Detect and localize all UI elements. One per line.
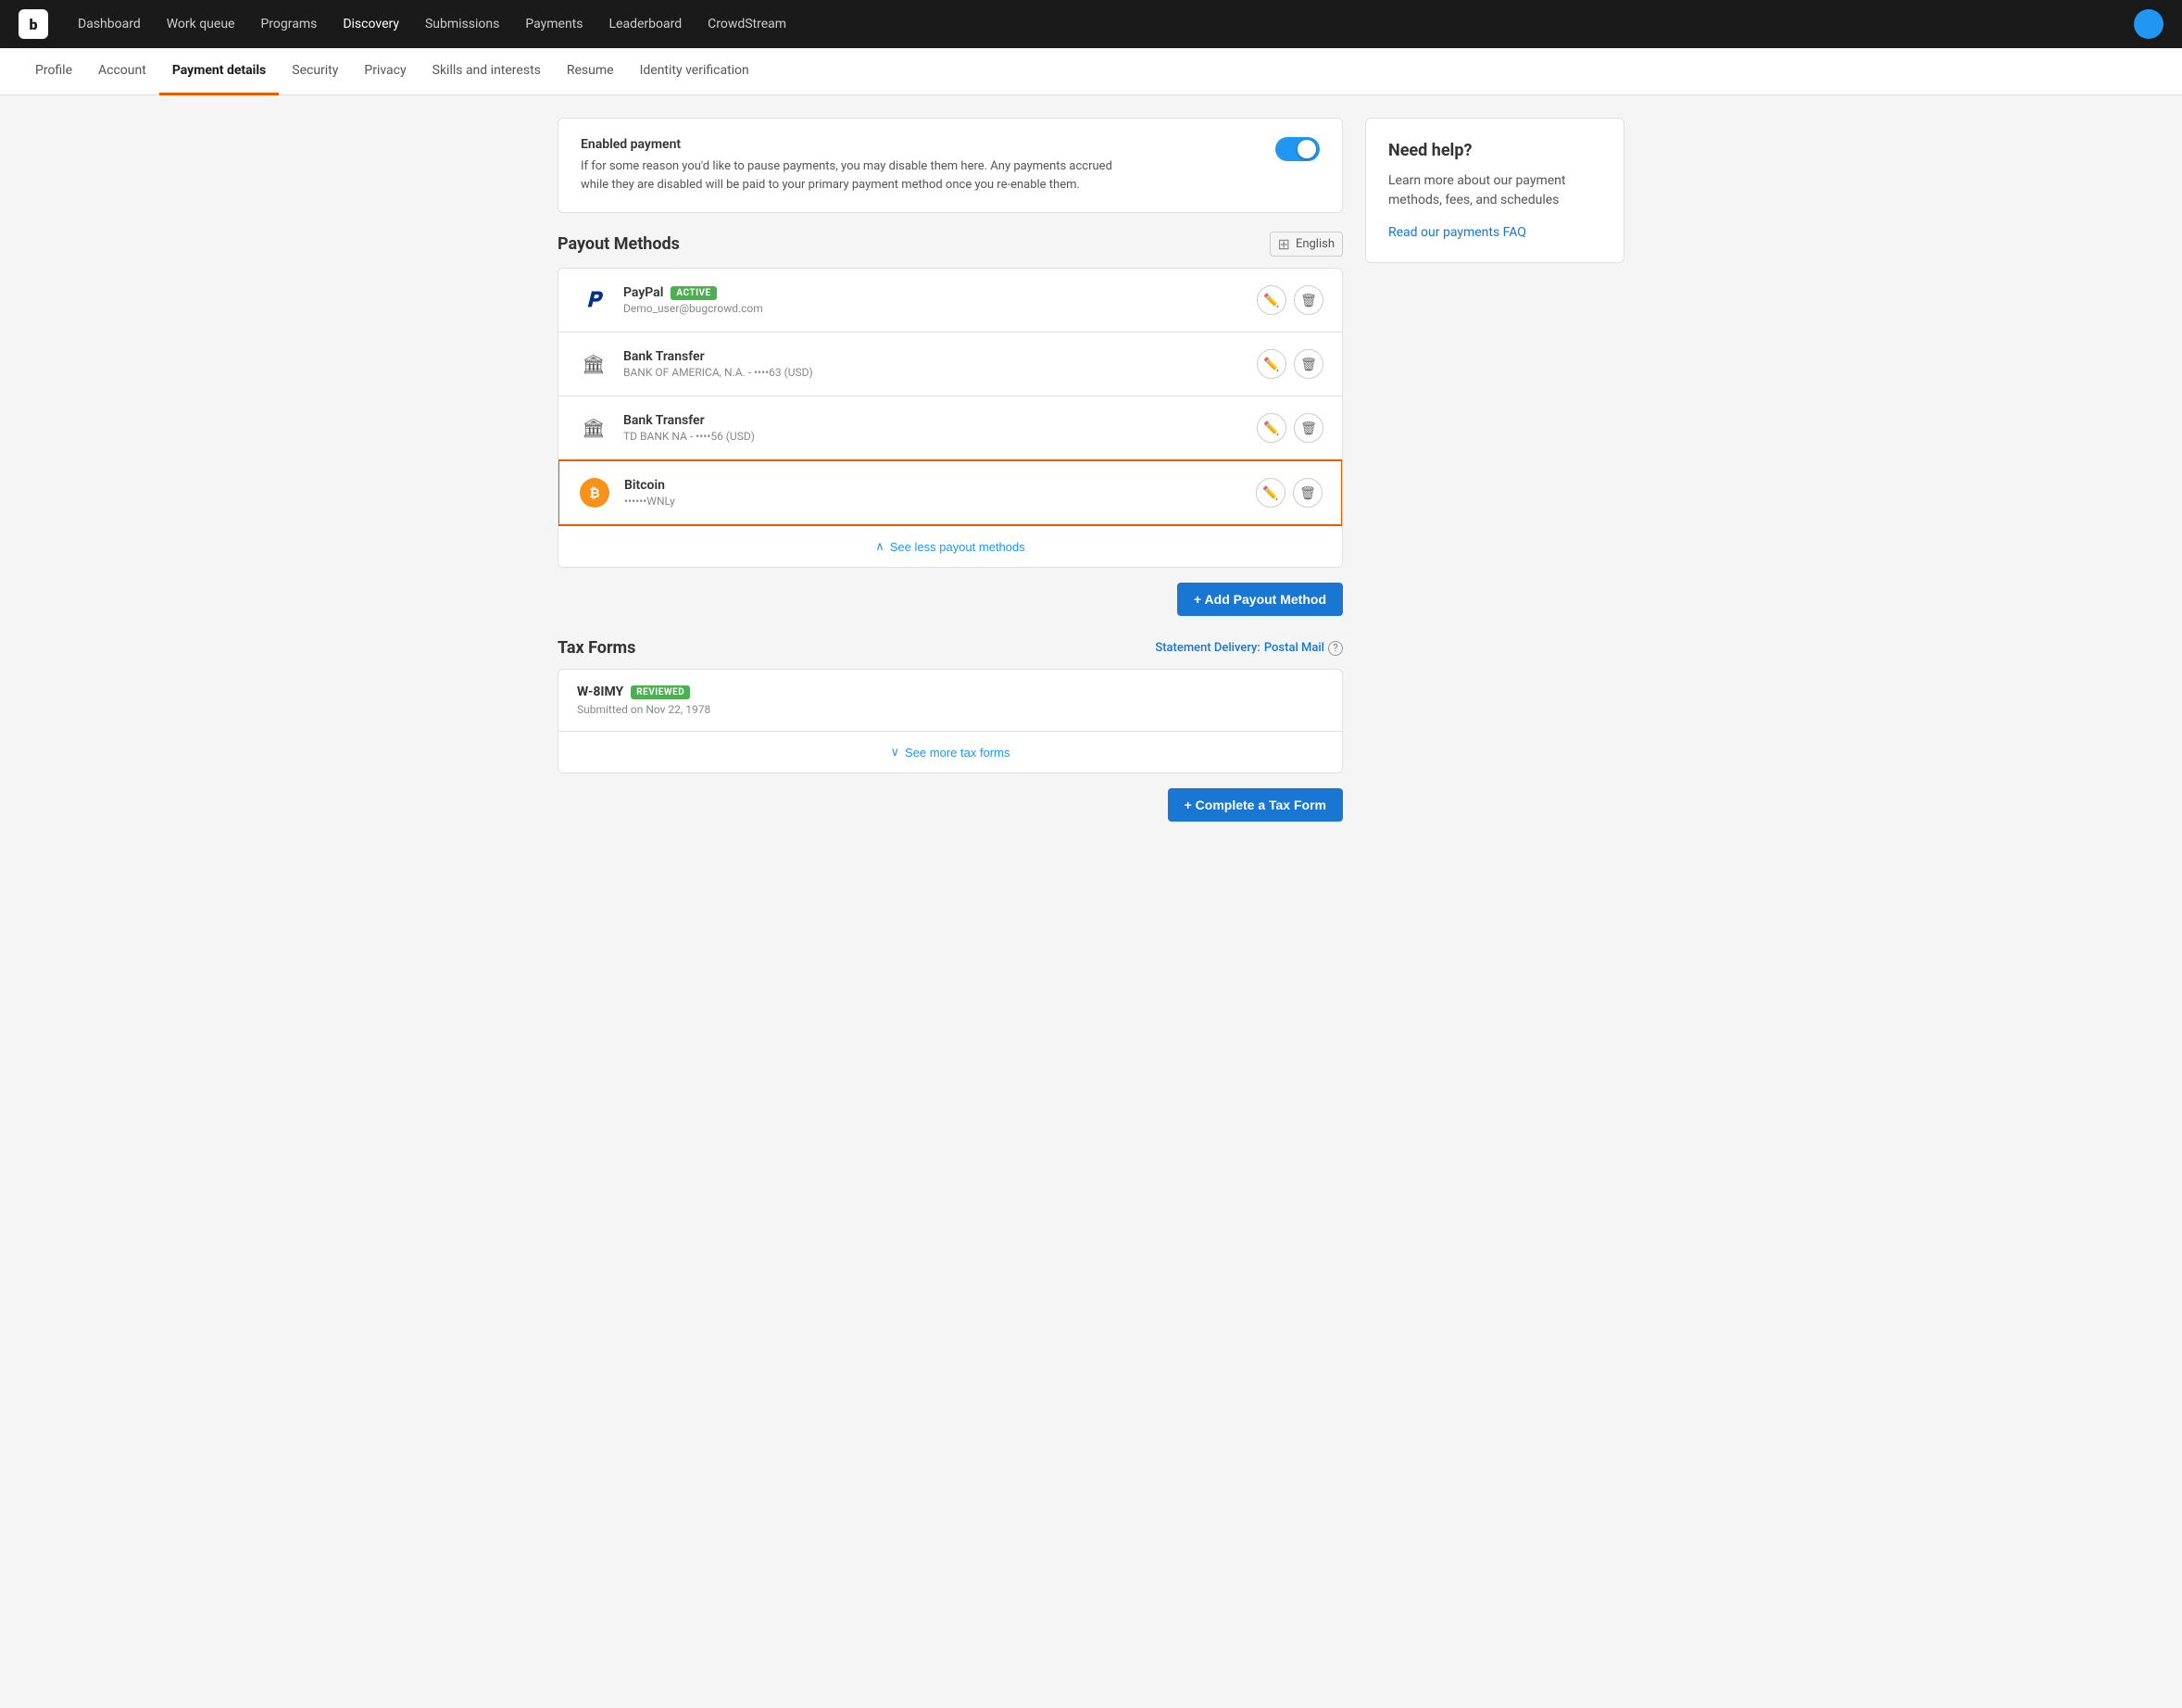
bank2-actions: ✏️ 🗑 xyxy=(1257,413,1323,443)
payout-item-bank1: 🏛 Bank Transfer BANK OF AMERICA, N.A. - … xyxy=(558,333,1342,396)
tax-forms-section: Tax Forms Statement Delivery: Postal Mai… xyxy=(558,638,1343,822)
tax-forms-title: Tax Forms xyxy=(558,638,635,658)
nav-discovery[interactable]: Discovery xyxy=(332,11,410,37)
bank2-info: Bank Transfer TD BANK NA - ••••56 (USD) xyxy=(623,413,1257,443)
enabled-payment-text: Enabled payment If for some reason you'd… xyxy=(581,137,1118,194)
paypal-detail: Demo_user@bugcrowd.com xyxy=(623,302,1257,315)
payout-item-paypal: 𝐏 PayPal ACTIVE Demo_user@bugcrowd.com ✏… xyxy=(558,269,1342,333)
statement-delivery-value[interactable]: Postal Mail xyxy=(1264,641,1324,655)
bank1-actions: ✏️ 🗑 xyxy=(1257,349,1323,379)
tab-account[interactable]: Account xyxy=(85,48,159,95)
enabled-payment-row: Enabled payment If for some reason you'd… xyxy=(581,137,1320,194)
bitcoin-actions: ✏️ 🗑 xyxy=(1256,478,1323,508)
paypal-info: PayPal ACTIVE Demo_user@bugcrowd.com xyxy=(623,285,1257,315)
nav-work-queue[interactable]: Work queue xyxy=(156,11,246,37)
bitcoin-detail: ••••••WNLy xyxy=(624,495,1256,508)
tax-form-item: W-8IMY REVIEWED Submitted on Nov 22, 197… xyxy=(558,670,1342,731)
enabled-payment-title: Enabled payment xyxy=(581,137,1118,152)
language-label: English xyxy=(1296,237,1335,251)
paypal-actions: ✏️ 🗑 xyxy=(1257,285,1323,315)
left-panel: Enabled payment If for some reason you'd… xyxy=(558,118,1343,822)
top-nav-links: Dashboard Work queue Programs Discovery … xyxy=(67,11,2134,37)
enabled-payment-card: Enabled payment If for some reason you'd… xyxy=(558,118,1343,213)
payout-methods-header: Payout Methods ⊞ English xyxy=(558,232,1343,257)
bank1-info: Bank Transfer BANK OF AMERICA, N.A. - ••… xyxy=(623,349,1257,379)
bitcoin-edit-button[interactable]: ✏️ xyxy=(1256,478,1285,508)
payout-item-bank2: 🏛 Bank Transfer TD BANK NA - ••••56 (USD… xyxy=(558,396,1342,460)
payout-list: 𝐏 PayPal ACTIVE Demo_user@bugcrowd.com ✏… xyxy=(558,268,1343,568)
payout-item-bitcoin: ₿ Bitcoin ••••••WNLy ✏️ 🗑 xyxy=(558,459,1343,526)
bitcoin-delete-button[interactable]: 🗑 xyxy=(1293,478,1323,508)
bank2-delete-button[interactable]: 🗑 xyxy=(1294,413,1323,443)
bank1-delete-button[interactable]: 🗑 xyxy=(1294,349,1323,379)
tax-form-name: W-8IMY REVIEWED xyxy=(577,684,1323,699)
bitcoin-name: Bitcoin xyxy=(624,478,1256,493)
enabled-payment-desc: If for some reason you'd like to pause p… xyxy=(581,157,1118,194)
payments-faq-link[interactable]: Read our payments FAQ xyxy=(1388,225,1526,240)
statement-help-icon[interactable]: ? xyxy=(1328,641,1343,656)
tab-resume[interactable]: Resume xyxy=(554,48,627,95)
see-more-tax-forms-button[interactable]: ∨ See more tax forms xyxy=(558,731,1342,772)
paypal-icon: 𝐏 xyxy=(577,283,610,317)
language-selector[interactable]: ⊞ English xyxy=(1270,232,1343,257)
add-payout-method-button[interactable]: + Add Payout Method xyxy=(1177,583,1343,616)
bank2-name: Bank Transfer xyxy=(623,413,1257,428)
translate-icon: ⊞ xyxy=(1278,235,1290,253)
sub-nav: Profile Account Payment details Security… xyxy=(0,48,2182,95)
nav-payments[interactable]: Payments xyxy=(514,11,594,37)
tab-payment-details[interactable]: Payment details xyxy=(159,48,279,95)
complete-tax-container: + Complete a Tax Form xyxy=(558,788,1343,822)
complete-tax-form-button[interactable]: + Complete a Tax Form xyxy=(1168,788,1343,822)
chevron-down-icon: ∨ xyxy=(891,745,900,760)
bank2-edit-button[interactable]: ✏️ xyxy=(1257,413,1286,443)
reviewed-badge: REVIEWED xyxy=(631,685,690,699)
see-less-payout-button[interactable]: ∧ See less payout methods xyxy=(558,525,1342,567)
logo[interactable]: b xyxy=(19,9,48,39)
bank2-icon: 🏛 xyxy=(577,411,610,445)
bank1-edit-button[interactable]: ✏️ xyxy=(1257,349,1286,379)
paypal-delete-button[interactable]: 🗑 xyxy=(1294,285,1323,315)
bank1-name: Bank Transfer xyxy=(623,349,1257,364)
active-badge: ACTIVE xyxy=(671,286,716,300)
bank1-detail: BANK OF AMERICA, N.A. - ••••63 (USD) xyxy=(623,366,1257,379)
nav-dashboard[interactable]: Dashboard xyxy=(67,11,152,37)
main-content: Enabled payment If for some reason you'd… xyxy=(535,95,1647,844)
bank2-detail: TD BANK NA - ••••56 (USD) xyxy=(623,430,1257,443)
paypal-edit-button[interactable]: ✏️ xyxy=(1257,285,1286,315)
tab-skills-interests[interactable]: Skills and interests xyxy=(420,48,554,95)
nav-submissions[interactable]: Submissions xyxy=(414,11,510,37)
tax-list: W-8IMY REVIEWED Submitted on Nov 22, 197… xyxy=(558,669,1343,773)
bitcoin-icon: ₿ xyxy=(578,476,611,509)
tab-security[interactable]: Security xyxy=(279,48,351,95)
payout-methods-section: Payout Methods ⊞ English 𝐏 PayPal ACTIVE xyxy=(558,232,1343,616)
tab-identity-verification[interactable]: Identity verification xyxy=(627,48,762,95)
bitcoin-info: Bitcoin ••••••WNLy xyxy=(624,478,1256,508)
nav-leaderboard[interactable]: Leaderboard xyxy=(598,11,694,37)
right-panel: Need help? Learn more about our payment … xyxy=(1365,118,1624,822)
tax-submitted-date: Submitted on Nov 22, 1978 xyxy=(577,703,1323,716)
nav-crowdstream[interactable]: CrowdStream xyxy=(696,11,797,37)
add-payout-container: + Add Payout Method xyxy=(558,583,1343,616)
help-description: Learn more about our payment methods, fe… xyxy=(1388,171,1601,210)
nav-programs[interactable]: Programs xyxy=(249,11,328,37)
avatar[interactable] xyxy=(2134,9,2163,39)
help-title: Need help? xyxy=(1388,141,1601,160)
bank1-icon: 🏛 xyxy=(577,347,610,381)
payout-methods-title: Payout Methods xyxy=(558,234,680,254)
paypal-name: PayPal ACTIVE xyxy=(623,285,1257,300)
help-card: Need help? Learn more about our payment … xyxy=(1365,118,1624,263)
tab-privacy[interactable]: Privacy xyxy=(351,48,419,95)
tab-profile[interactable]: Profile xyxy=(22,48,85,95)
tax-forms-header: Tax Forms Statement Delivery: Postal Mai… xyxy=(558,638,1343,658)
chevron-up-icon: ∧ xyxy=(875,539,884,554)
payment-toggle[interactable] xyxy=(1275,137,1320,161)
top-nav: b Dashboard Work queue Programs Discover… xyxy=(0,0,2182,48)
statement-delivery: Statement Delivery: Postal Mail ? xyxy=(1155,641,1343,656)
